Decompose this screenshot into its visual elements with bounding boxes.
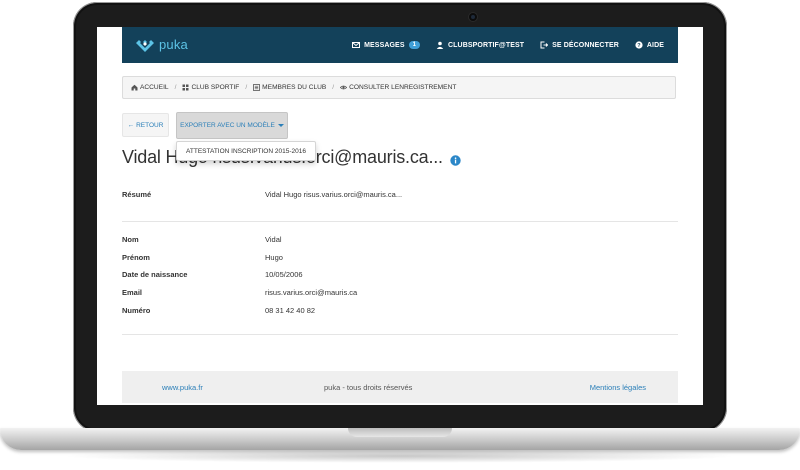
logout-icon — [540, 41, 549, 49]
footer-website-link[interactable]: www.puka.fr — [162, 383, 203, 392]
export-dropdown-menu: ATTESTATION INSCRIPTION 2015-2016 — [176, 141, 316, 161]
caret-down-icon — [277, 124, 284, 127]
summary-value: Vidal Hugo risus.varius.orci@mauris.ca..… — [265, 190, 403, 199]
nav-user[interactable]: CLUBSPORTIF@TEST — [436, 41, 524, 49]
section-divider — [122, 334, 678, 335]
eye-icon — [340, 85, 348, 90]
puka-logo-icon — [136, 40, 154, 52]
laptop-notch — [348, 428, 452, 437]
breadcrumb-separator: / — [174, 84, 177, 91]
nav-help-label: AIDE — [646, 41, 664, 49]
breadcrumb-separator: / — [245, 84, 248, 91]
breadcrumb-home-label: ACCUEIL — [140, 84, 169, 91]
brand-name: puka — [159, 36, 188, 52]
field-value-birthdate: 10/05/2006 — [265, 270, 303, 279]
breadcrumb-current-label: CONSULTER LENREGISTREMENT — [349, 84, 457, 91]
home-icon — [131, 84, 138, 91]
nav-user-label: CLUBSPORTIF@TEST — [448, 41, 525, 49]
field-value-number: 08 31 42 40 82 — [265, 306, 316, 315]
section-divider — [122, 221, 678, 222]
footer-copyright: puka - tous droits réservés — [324, 382, 413, 392]
brand-logo[interactable]: puka — [134, 35, 188, 53]
dropdown-item-attestation[interactable]: ATTESTATION INSCRIPTION 2015-2016 — [186, 148, 306, 155]
breadcrumb-home[interactable]: ACCUEIL — [131, 84, 169, 91]
footer: www.puka.fr puka - tous droits réservés … — [122, 371, 678, 403]
list-icon — [253, 84, 261, 91]
field-label-nom: Nom — [122, 235, 139, 244]
field-value-nom: Vidal — [265, 235, 282, 244]
breadcrumb-club-label: CLUB SPORTIF — [191, 84, 240, 91]
back-button[interactable]: ← RETOUR — [122, 113, 169, 137]
grid-icon — [182, 84, 189, 91]
breadcrumb-club[interactable]: CLUB SPORTIF — [182, 84, 239, 91]
back-button-label: RETOUR — [136, 121, 164, 129]
top-navbar: puka MESSAGES 1 CLUBSPORTIF@TEST SE DÉCO… — [122, 27, 678, 63]
user-icon — [436, 41, 444, 49]
webcam — [469, 13, 477, 21]
nav-messages-label: MESSAGES — [364, 41, 405, 49]
breadcrumb: ACCUEIL / CLUB SPORTIF / MEMBRES DU CLUB… — [122, 76, 676, 99]
nav-help[interactable]: ? AIDE — [635, 41, 664, 49]
envelope-icon — [352, 42, 361, 48]
export-template-button[interactable]: EXPORTER AVEC UN MODÈLE — [176, 112, 288, 139]
footer-legal-link[interactable]: Mentions légales — [590, 383, 646, 392]
breadcrumb-members[interactable]: MEMBRES DU CLUB — [253, 84, 326, 91]
info-icon[interactable] — [450, 155, 461, 166]
arrow-left-icon: ← — [127, 121, 135, 129]
field-label-number: Numéro — [122, 306, 151, 315]
nav-logout[interactable]: SE DÉCONNECTER — [540, 41, 619, 49]
screen: puka MESSAGES 1 CLUBSPORTIF@TEST SE DÉCO… — [97, 27, 703, 405]
breadcrumb-members-label: MEMBRES DU CLUB — [262, 84, 327, 91]
summary-label: Résumé — [122, 190, 152, 199]
field-value-prenom: Hugo — [265, 253, 283, 262]
export-button-label: EXPORTER AVEC UN MODÈLE — [180, 122, 275, 129]
field-label-birthdate: Date de naissance — [122, 270, 188, 279]
svg-text:?: ? — [637, 43, 641, 49]
field-value-email: risus.varius.orci@mauris.ca — [265, 288, 358, 297]
nav-items: MESSAGES 1 CLUBSPORTIF@TEST SE DÉCONNECT… — [336, 27, 664, 63]
field-label-prenom: Prénom — [122, 253, 150, 262]
nav-logout-label: SE DÉCONNECTER — [552, 41, 619, 49]
messages-count-badge: 1 — [408, 41, 421, 49]
breadcrumb-separator: / — [332, 84, 335, 91]
field-label-email: Email — [122, 288, 143, 297]
breadcrumb-current: CONSULTER LENREGISTREMENT — [340, 84, 456, 91]
laptop-shadow — [60, 449, 740, 463]
question-circle-icon: ? — [635, 41, 643, 49]
nav-messages[interactable]: MESSAGES 1 — [352, 41, 421, 49]
